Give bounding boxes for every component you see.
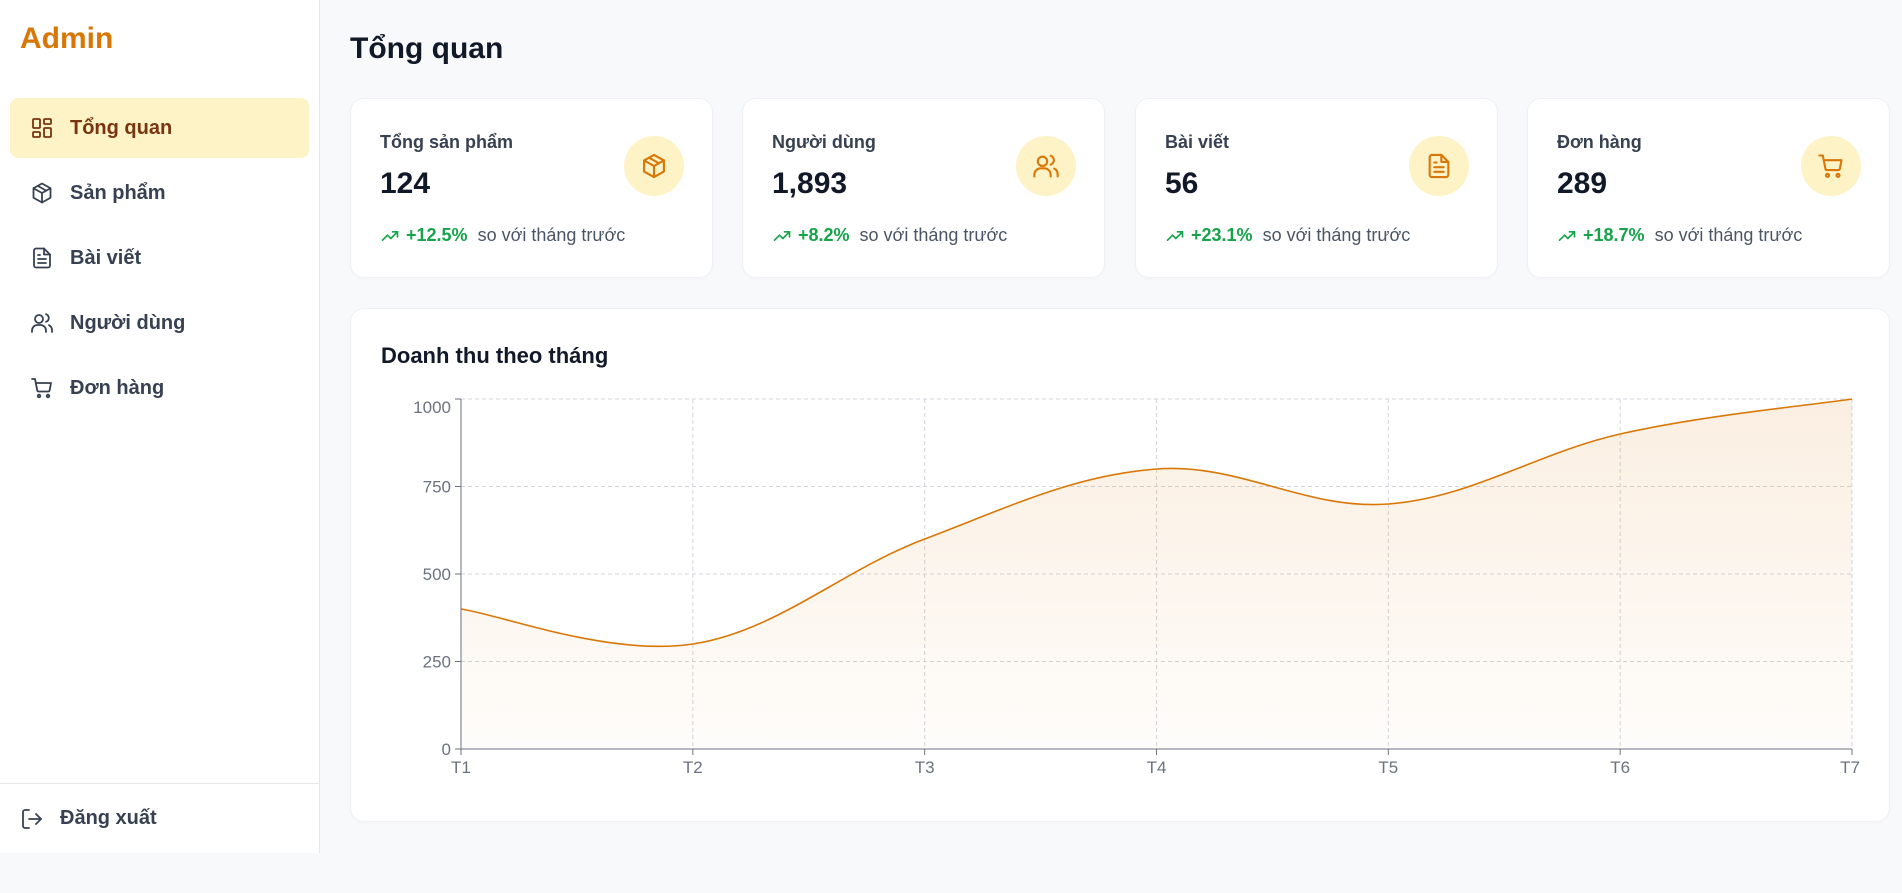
sidebar-item-label: Sản phẩm [70, 181, 166, 204]
stat-card-posts: Bài viết 56 +23.1% so với tháng trước [1135, 98, 1498, 278]
sidebar-item-label: Bài viết [70, 246, 142, 269]
document-icon [1409, 136, 1469, 196]
sidebar-nav: Tổng quan Sản phẩm Bài viết Người dùng Đ… [10, 98, 309, 423]
package-icon [30, 181, 54, 205]
y-tick-label: 0 [442, 740, 451, 759]
revenue-chart-card: Doanh thu theo tháng 0 250 500 750 1000 T1 T2 T… [350, 308, 1890, 822]
sidebar-item-label: Đơn hàng [70, 376, 165, 399]
sidebar: Admin Tổng quan Sản phẩm Bài viết Người … [0, 0, 320, 853]
package-icon [624, 136, 684, 196]
users-icon [1016, 136, 1076, 196]
cart-icon [30, 376, 54, 400]
page-title: Tổng quan [350, 32, 504, 65]
stat-value: 56 [1165, 167, 1199, 200]
stat-value: 289 [1557, 167, 1608, 200]
stat-trend: +12.5% so với tháng trước [380, 225, 625, 246]
sidebar-item-users[interactable]: Người dùng [10, 293, 309, 353]
stat-card-products: Tổng sản phẩm 124 +12.5% so với tháng tr… [350, 98, 713, 278]
stat-title: Bài viết [1165, 132, 1230, 152]
users-icon [30, 311, 54, 335]
logout-button[interactable]: Đăng xuất [0, 783, 319, 853]
y-tick-label: 750 [423, 478, 451, 497]
trending-up-icon [773, 230, 791, 241]
y-tick-label: 1000 [413, 398, 451, 417]
sidebar-item-dashboard[interactable]: Tổng quan [10, 98, 309, 158]
stat-title: Tổng sản phẩm [380, 132, 514, 152]
brand-logo: Admin [20, 22, 114, 55]
trending-up-icon [381, 230, 399, 241]
x-tick-label: T4 [1147, 758, 1167, 777]
stat-note: so với tháng trước [1654, 225, 1803, 245]
trending-up-icon [1558, 230, 1576, 241]
stat-change: +12.5% [406, 225, 468, 245]
logout-label: Đăng xuất [60, 807, 157, 829]
stat-value: 124 [380, 167, 431, 200]
sidebar-item-label: Tổng quan [70, 116, 173, 139]
cart-icon [1801, 136, 1861, 196]
stat-change: +23.1% [1191, 225, 1253, 245]
stat-change: +18.7% [1583, 225, 1645, 245]
x-tick-label: T3 [915, 758, 935, 777]
stat-card-orders: Đơn hàng 289 +18.7% so với tháng trước [1527, 98, 1890, 278]
x-tick-label: T7 [1840, 758, 1860, 777]
logout-icon [20, 807, 44, 831]
sidebar-item-posts[interactable]: Bài viết [10, 228, 309, 288]
stat-value: 1,893 [772, 167, 848, 200]
document-icon [30, 246, 54, 270]
sidebar-item-orders[interactable]: Đơn hàng [10, 358, 309, 418]
stat-change: +8.2% [798, 225, 850, 245]
trending-up-icon [1166, 230, 1184, 241]
stat-trend: +23.1% so với tháng trước [1165, 225, 1410, 246]
dashboard-icon [30, 116, 54, 140]
stat-trend: +8.2% so với tháng trước [772, 225, 1007, 246]
stat-note: so với tháng trước [859, 225, 1008, 245]
sidebar-item-label: Người dùng [70, 311, 186, 334]
stat-title: Đơn hàng [1557, 132, 1642, 152]
sidebar-item-products[interactable]: Sản phẩm [10, 163, 309, 223]
stat-trend: +18.7% so với tháng trước [1557, 225, 1802, 246]
x-tick-label: T1 [451, 758, 471, 777]
stat-card-users: Người dùng 1,893 +8.2% so với tháng trướ… [742, 98, 1105, 278]
x-tick-label: T5 [1378, 758, 1398, 777]
stats-row: Tổng sản phẩm 124 +12.5% so với tháng tr… [350, 98, 1890, 278]
y-tick-label: 500 [423, 565, 451, 584]
x-tick-label: T6 [1610, 758, 1630, 777]
stat-note: so với tháng trước [477, 225, 626, 245]
stat-note: so với tháng trước [1262, 225, 1411, 245]
x-tick-label: T2 [683, 758, 703, 777]
stat-title: Người dùng [772, 132, 876, 152]
revenue-chart: 0 250 500 750 1000 T1 T2 T3 T4 T5 T6 T7 [413, 398, 1860, 777]
y-tick-label: 250 [423, 653, 451, 672]
